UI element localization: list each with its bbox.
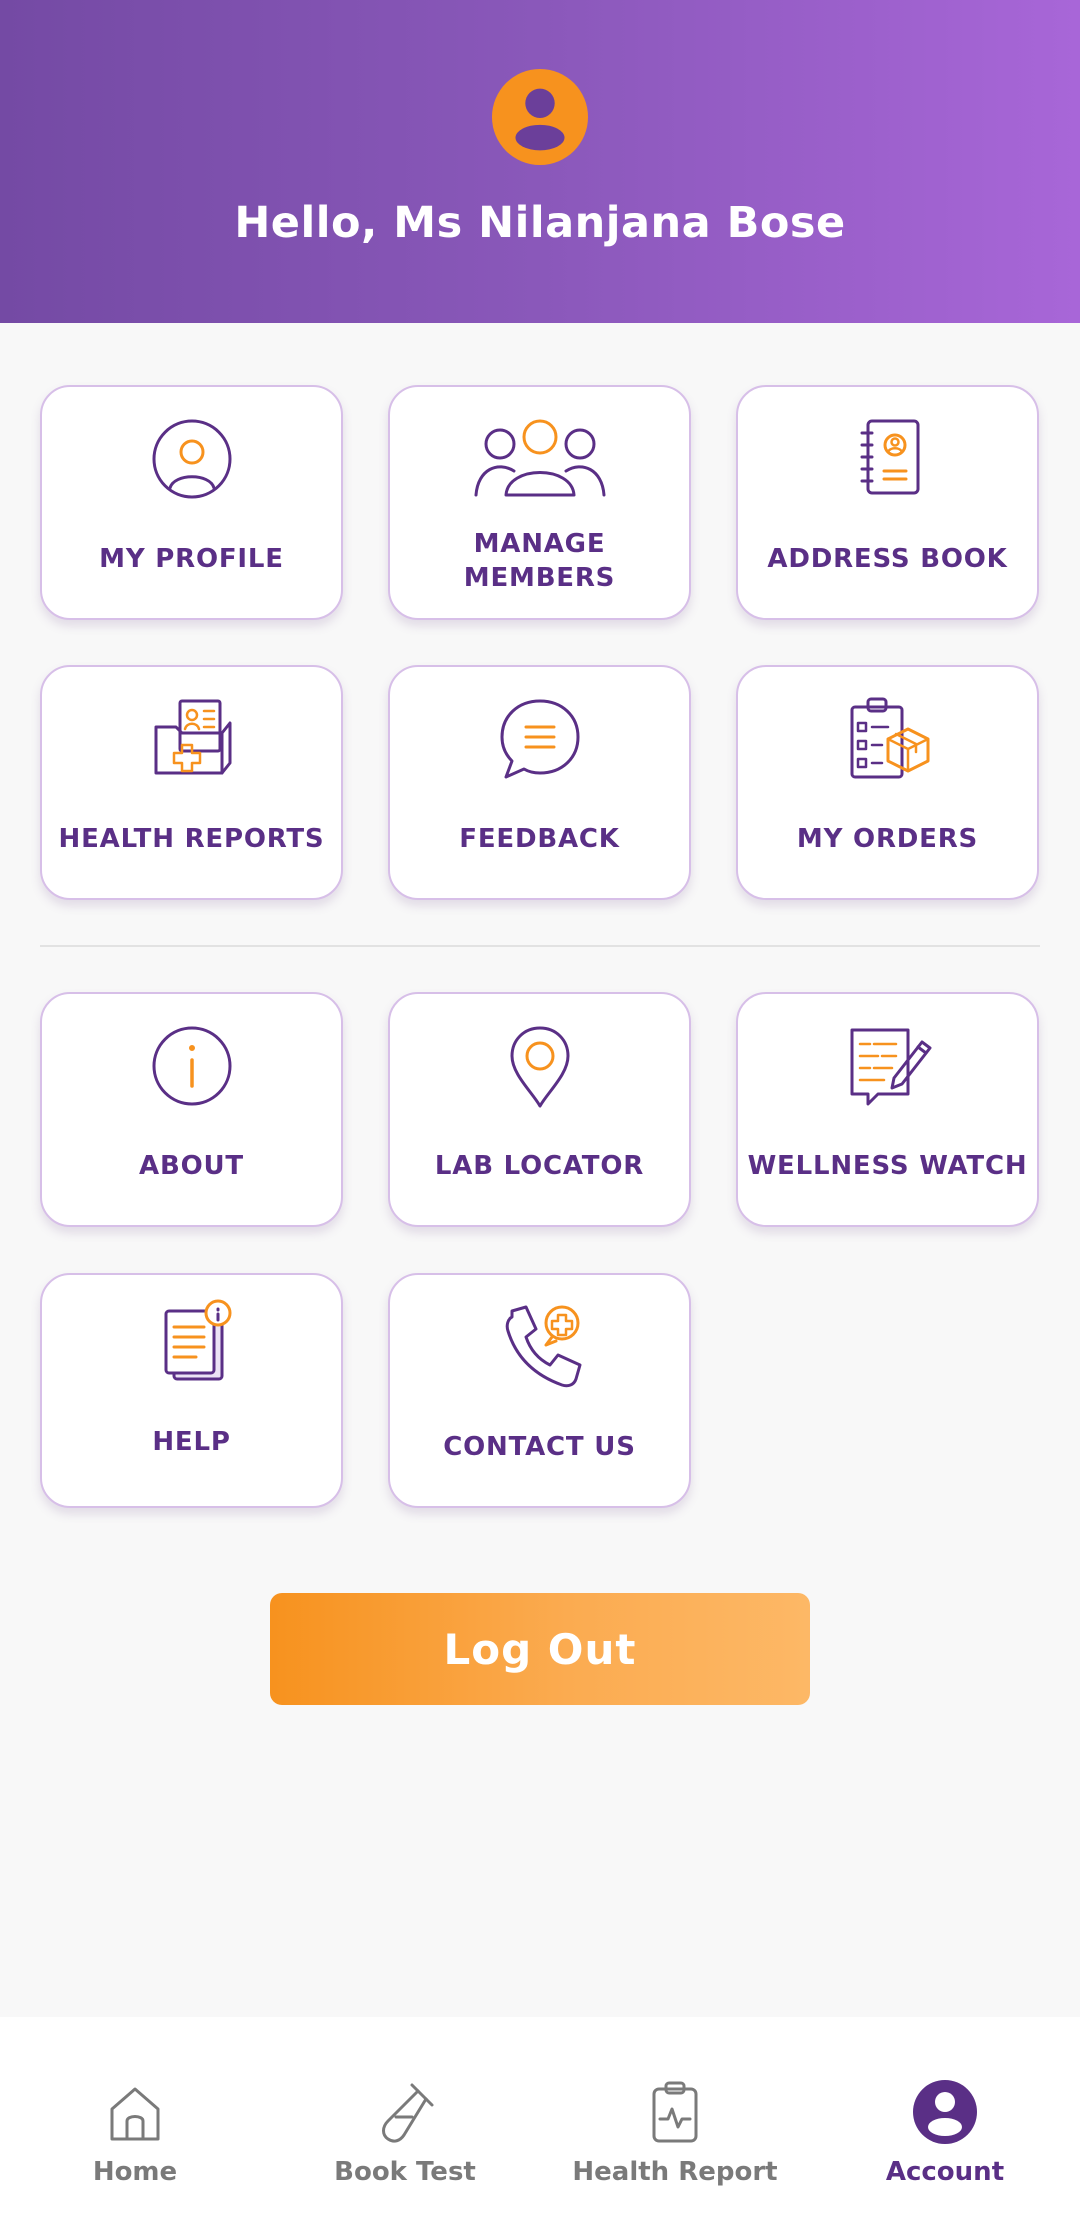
wellness-note-pen-icon	[838, 1016, 938, 1116]
my-profile-label: MY PROFILE	[99, 544, 284, 574]
health-reports-tile[interactable]: HEALTH REPORTS	[40, 665, 343, 900]
feedback-label: FEEDBACK	[459, 824, 620, 854]
logout-button[interactable]: Log Out	[270, 1593, 810, 1705]
my-orders-label: MY ORDERS	[796, 824, 979, 854]
help-document-icon	[142, 1297, 242, 1397]
nav-account-label: Account	[885, 2157, 1005, 2187]
address-book-icon	[838, 409, 938, 509]
lab-locator-tile[interactable]: LAB LOCATOR	[388, 992, 691, 1227]
user-avatar-icon	[491, 68, 589, 166]
nav-health-report[interactable]: Health Report	[540, 2017, 810, 2235]
feedback-tile[interactable]: FEEDBACK	[388, 665, 691, 900]
manage-members-label-line1: MANAGE	[473, 529, 606, 559]
about-label: ABOUT	[139, 1151, 244, 1181]
orders-clipboard-icon	[838, 689, 938, 789]
address-book-tile[interactable]: ADDRESS BOOK	[736, 385, 1039, 620]
manage-members-tile[interactable]: MANAGE MEMBERS	[388, 385, 691, 620]
location-pin-icon	[490, 1016, 590, 1116]
nav-home[interactable]: Home	[0, 2017, 270, 2235]
help-tile[interactable]: HELP	[40, 1273, 343, 1508]
phone-medical-icon	[490, 1297, 590, 1397]
my-profile-tile[interactable]: MY PROFILE	[40, 385, 343, 620]
clipboard-pulse-icon	[640, 2077, 710, 2147]
manage-members-label-line2: MEMBERS	[463, 563, 616, 593]
nav-account[interactable]: Account	[810, 2017, 1080, 2235]
nav-book-test-label: Book Test	[334, 2157, 476, 2187]
info-icon	[142, 1016, 242, 1116]
nav-health-report-label: Health Report	[572, 2157, 778, 2187]
help-label: HELP	[152, 1427, 231, 1457]
my-orders-tile[interactable]: MY ORDERS	[736, 665, 1039, 900]
health-reports-folder-icon	[142, 689, 242, 789]
home-icon	[100, 2077, 170, 2147]
address-book-label: ADDRESS BOOK	[767, 544, 1008, 574]
about-tile[interactable]: ABOUT	[40, 992, 343, 1227]
test-tube-icon	[370, 2077, 440, 2147]
health-reports-label: HEALTH REPORTS	[58, 824, 325, 854]
account-icon	[910, 2077, 980, 2147]
group-members-icon	[470, 409, 610, 509]
section-divider	[40, 945, 1040, 947]
greeting-text: Hello, Ms Nilanjana Bose	[234, 198, 846, 248]
wellness-watch-label: WELLNESS WATCH	[747, 1151, 1028, 1181]
contact-us-label: CONTACT US	[443, 1432, 636, 1462]
feedback-chat-icon	[490, 689, 590, 789]
lab-locator-label: LAB LOCATOR	[434, 1151, 645, 1181]
profile-header: Hello, Ms Nilanjana Bose	[0, 0, 1080, 323]
nav-home-label: Home	[92, 2157, 178, 2187]
profile-icon	[142, 409, 242, 509]
nav-book-test[interactable]: Book Test	[270, 2017, 540, 2235]
bottom-navigation-bar: Home Book Test Health Report Account	[0, 2017, 1080, 2235]
wellness-watch-tile[interactable]: WELLNESS WATCH	[736, 992, 1039, 1227]
contact-us-tile[interactable]: CONTACT US	[388, 1273, 691, 1508]
